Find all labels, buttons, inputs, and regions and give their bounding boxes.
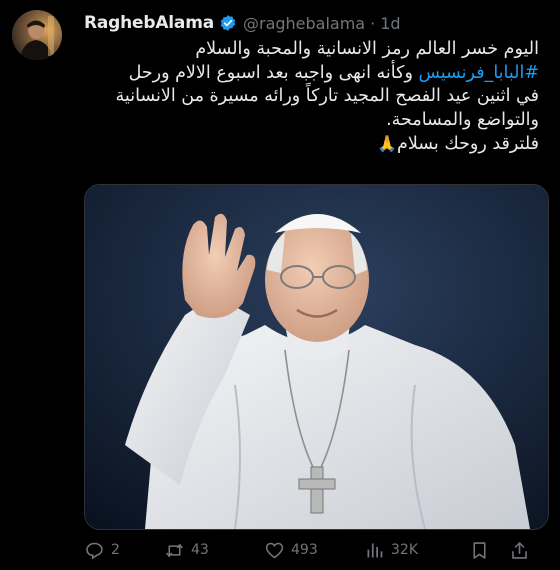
tweet-line: #البابا_فرنسيس وكأنه انهى واجبه بعد اسبو… [84, 62, 539, 86]
bookmark-button[interactable] [469, 540, 509, 561]
like-icon [265, 542, 284, 558]
views-button[interactable]: 32K [364, 540, 469, 561]
tweet-line: اليوم خسر العالم رمز الانسانية والمحبة و… [195, 39, 539, 59]
reply-button[interactable]: 2 [84, 540, 164, 561]
tweet-line-text: وكأنه انهى واجبه بعد اسبوع الالام ورحل [128, 62, 419, 83]
avatar-image [12, 10, 62, 60]
tweet-line-text: فلترقد روحك بسلام [397, 134, 539, 154]
retweet-button[interactable]: 43 [164, 540, 264, 561]
views-icon [367, 543, 383, 557]
retweet-count: 43 [191, 542, 209, 558]
retweet-icon [166, 543, 183, 557]
tweet-text: اليوم خسر العالم رمز الانسانية والمحبة و… [84, 38, 539, 157]
tweet-header: RaghebAlama @raghebalama · 1d [84, 12, 401, 34]
author-name[interactable]: RaghebAlama [84, 13, 214, 33]
bookmark-icon [473, 541, 486, 559]
like-count: 493 [291, 542, 318, 558]
reply-count: 2 [111, 542, 120, 558]
avatar[interactable] [12, 10, 62, 60]
share-button[interactable] [509, 540, 539, 561]
share-icon [512, 541, 527, 559]
separator-dot: · [370, 13, 376, 33]
tweet-media-image[interactable] [84, 184, 549, 530]
reply-icon [86, 542, 103, 559]
views-count: 32K [391, 542, 418, 558]
photo-pope-waving [85, 185, 548, 529]
tweet-line: والتواضع والمسامحة. [386, 109, 539, 130]
tweet-line: في اثنين عيد الفصح المجيد تاركاً ورائه م… [115, 86, 539, 106]
timestamp[interactable]: 1d [380, 14, 400, 33]
tweet[interactable]: RaghebAlama @raghebalama · 1d اليوم خسر … [0, 0, 560, 570]
verified-badge-icon [219, 14, 237, 32]
praying-hands-icon: 🙏 [377, 134, 397, 153]
like-button[interactable]: 493 [264, 540, 364, 561]
tweet-line: فلترقد روحك بسلام🙏 [84, 132, 539, 157]
tweet-actions: 2 43 493 32K [84, 538, 544, 562]
author-handle[interactable]: @raghebalama [243, 14, 365, 33]
hashtag-link[interactable]: #البابا_فرنسيس [418, 63, 539, 83]
